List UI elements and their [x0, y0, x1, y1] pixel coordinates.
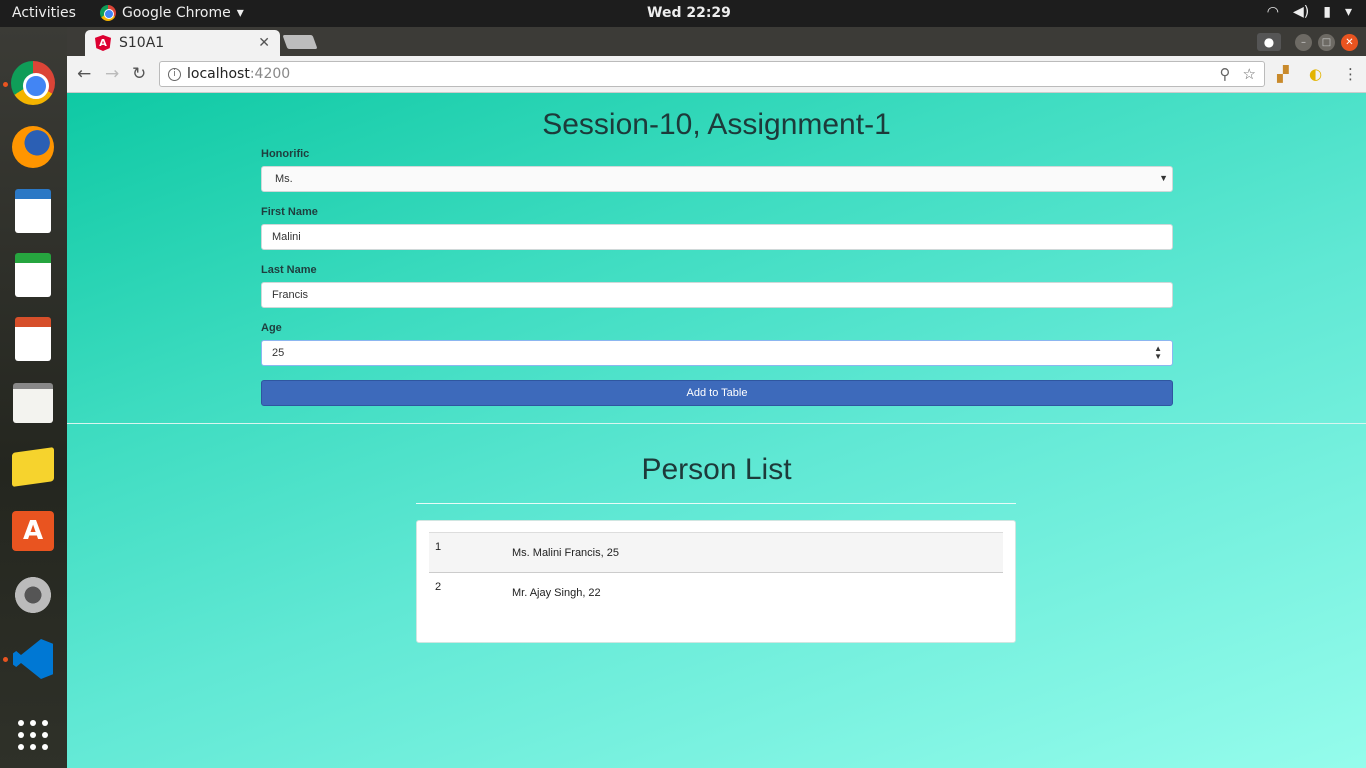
- new-tab-button[interactable]: [282, 35, 318, 49]
- last-name-input[interactable]: Francis: [261, 282, 1173, 308]
- bookmark-star-icon[interactable]: ☆: [1243, 65, 1256, 83]
- row-person: Ms. Malini Francis, 25: [512, 547, 619, 559]
- info-icon[interactable]: i: [168, 67, 181, 81]
- running-indicator: [3, 82, 8, 87]
- back-button[interactable]: ←: [77, 64, 91, 84]
- apps-grid-icon: [18, 720, 48, 750]
- dock-item-writer[interactable]: [10, 188, 56, 234]
- tab-s10a1[interactable]: A S10A1 ✕: [85, 30, 280, 56]
- honorific-label: Honorific: [261, 148, 310, 160]
- system-tray[interactable]: ◠ ◀) ▮ ▾: [1267, 4, 1352, 20]
- last-name-label: Last Name: [261, 264, 317, 276]
- activities-button[interactable]: Activities: [12, 5, 76, 21]
- settings-icon: [12, 574, 54, 616]
- dock-item-chrome[interactable]: [10, 60, 56, 106]
- first-name-value: Malini: [272, 231, 301, 243]
- forward-button[interactable]: →: [105, 64, 119, 84]
- url-host: localhost: [187, 66, 250, 82]
- dock-item-notes[interactable]: [10, 444, 56, 490]
- calc-icon: [15, 253, 51, 297]
- impress-icon: [15, 317, 51, 361]
- add-to-table-button[interactable]: Add to Table: [261, 380, 1173, 406]
- spinner-icon[interactable]: ▲ ▼: [1154, 345, 1162, 361]
- dropdown-arrow-icon: ▼: [1159, 173, 1168, 183]
- age-value: 25: [272, 347, 285, 359]
- clock[interactable]: Wed 22:29: [647, 5, 731, 21]
- person-list-title: Person List: [641, 453, 792, 486]
- close-icon[interactable]: ✕: [258, 35, 270, 51]
- row-person: Mr. Ajay Singh, 22: [512, 587, 601, 599]
- minimize-button[interactable]: –: [1295, 33, 1312, 51]
- chrome-icon: [100, 5, 116, 21]
- person-list: 1 Ms. Malini Francis, 25 2 Mr. Ajay Sing…: [416, 520, 1016, 643]
- first-name-input[interactable]: Malini: [261, 224, 1173, 250]
- vscode-icon: [13, 639, 53, 679]
- system-top-bar: Activities Google Chrome ▾ Wed 22:29 ◠ ◀…: [0, 0, 1366, 27]
- wifi-icon: ◠: [1266, 4, 1280, 20]
- honorific-select[interactable]: Ms. ▼: [261, 166, 1173, 192]
- show-applications-button[interactable]: [10, 712, 56, 758]
- honorific-value: Ms.: [275, 173, 293, 185]
- zoom-icon[interactable]: ⚲: [1220, 65, 1231, 83]
- page-content: Session-10, Assignment-1 Honorific Ms. ▼…: [67, 93, 1366, 768]
- row-index: 2: [435, 581, 442, 593]
- window-controls: ● – □ ✕: [1257, 33, 1358, 51]
- dock: A: [0, 27, 67, 768]
- person-form: Honorific Ms. ▼ First Name Malini Last N…: [261, 148, 1173, 406]
- dock-item-settings[interactable]: [10, 572, 56, 618]
- address-bar[interactable]: i localhost:4200 ⚲ ☆: [159, 61, 1265, 87]
- dock-item-impress[interactable]: [10, 316, 56, 362]
- page-title: Session-10, Assignment-1: [542, 108, 891, 141]
- table-row: 2 Mr. Ajay Singh, 22: [429, 573, 1003, 614]
- battery-icon: ▮: [1323, 4, 1331, 20]
- dock-item-software[interactable]: A: [10, 508, 56, 554]
- software-center-icon: A: [12, 511, 54, 551]
- menu-icon[interactable]: ⋮: [1343, 65, 1358, 83]
- browser-window: A S10A1 ✕ ● – □ ✕ ← → ↻ i localhost:4200…: [67, 27, 1366, 768]
- tab-title: S10A1: [119, 35, 165, 51]
- chrome-icon: [11, 61, 55, 105]
- dock-item-calc[interactable]: [10, 252, 56, 298]
- url-port: :4200: [249, 66, 291, 82]
- chevron-down-icon: ▾: [1344, 4, 1352, 20]
- first-name-label: First Name: [261, 206, 318, 218]
- extension-icon[interactable]: ▞: [1277, 65, 1289, 83]
- table-row: 1 Ms. Malini Francis, 25: [429, 532, 1003, 573]
- row-index: 1: [435, 541, 442, 553]
- dock-item-text-editor[interactable]: [10, 380, 56, 426]
- writer-icon: [15, 189, 51, 233]
- extension-moon-icon[interactable]: ◐: [1309, 65, 1322, 83]
- last-name-value: Francis: [272, 289, 309, 301]
- text-editor-icon: [13, 383, 53, 423]
- dock-item-vscode[interactable]: [10, 636, 56, 682]
- chevron-down-icon: ▾: [236, 5, 244, 21]
- profile-icon[interactable]: ●: [1257, 33, 1281, 51]
- close-window-button[interactable]: ✕: [1341, 33, 1358, 51]
- title-underline: [416, 503, 1016, 504]
- age-input[interactable]: 25 ▲ ▼: [261, 340, 1173, 366]
- maximize-button[interactable]: □: [1318, 33, 1335, 51]
- angular-icon: A: [95, 35, 111, 51]
- dock-item-firefox[interactable]: [10, 124, 56, 170]
- age-label: Age: [261, 322, 282, 334]
- reload-button[interactable]: ↻: [132, 64, 146, 84]
- section-divider: [67, 423, 1366, 424]
- running-indicator: [3, 657, 8, 662]
- app-menu[interactable]: Google Chrome ▾: [100, 5, 244, 21]
- notes-icon: [12, 447, 54, 487]
- browser-toolbar: ← → ↻ i localhost:4200 ⚲ ☆ ▞ ◐ ⋮: [67, 56, 1366, 93]
- app-menu-label: Google Chrome: [122, 5, 231, 21]
- volume-icon: ◀): [1293, 4, 1310, 20]
- firefox-icon: [12, 126, 54, 168]
- tab-strip: A S10A1 ✕ ● – □ ✕: [67, 27, 1366, 56]
